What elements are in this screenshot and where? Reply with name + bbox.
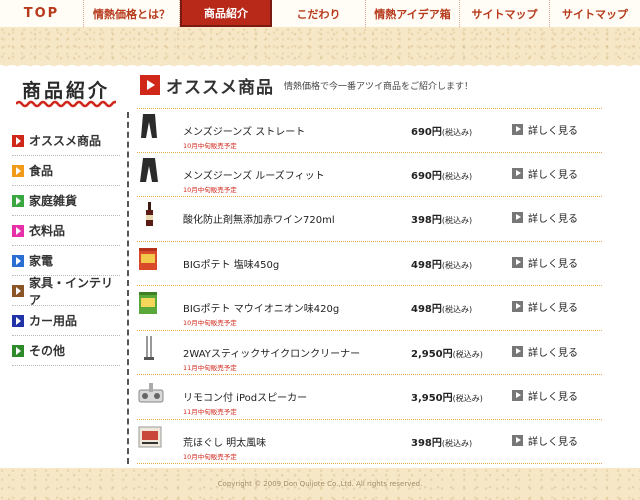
details-button[interactable]: 詳しく見る	[512, 167, 578, 181]
product-price: 498円(税込み)	[411, 259, 473, 271]
product-name: リモコン付 iPodスピーカー	[183, 393, 308, 404]
release-note: 10月中旬販売予定	[183, 319, 237, 327]
page-subtitle: 情熱価格で今一番アツイ商品をご紹介します！	[284, 81, 474, 92]
wine-bottle-icon	[146, 202, 153, 226]
product-row: 2WAYスティックサイクロンクリーナー 11月中旬販売予定 2,950円(税込み…	[137, 331, 602, 375]
play-arrow-icon	[140, 75, 160, 95]
chips-bag-icon	[139, 247, 157, 270]
play-arrow-icon	[512, 390, 523, 401]
sidebar-item-label: 食品	[29, 164, 54, 178]
sidebar-item-appliances[interactable]: 家電	[12, 246, 120, 276]
sidebar-item-other[interactable]: その他	[12, 336, 120, 366]
release-note: 10月中旬販売予定	[183, 185, 237, 194]
product-name: 酸化防止剤無添加赤ワイン720ml	[183, 215, 335, 226]
nav-sitemap-2[interactable]: サイトマップ	[550, 0, 640, 27]
header-scalloped-edge	[0, 60, 640, 72]
release-note: 11月中旬販売予定	[183, 408, 237, 416]
release-note: 10月中旬販売予定	[183, 452, 237, 461]
stick-cleaner-icon	[144, 335, 154, 360]
play-arrow-icon	[12, 224, 24, 237]
product-row: メンズジーンズ ストレート 10月中旬販売予定 690円(税込み) 詳しく見る	[137, 108, 602, 153]
sidebar-item-clothing[interactable]: 衣料品	[12, 216, 120, 246]
product-price: 398円(税込み)	[411, 437, 473, 449]
product-row: リモコン付 iPodスピーカー 11月中旬販売予定 3,950円(税込み) 詳し…	[137, 375, 602, 420]
sidebar-item-furniture[interactable]: 家具・インテリア	[12, 275, 120, 307]
page-title: オススメ商品	[166, 77, 274, 98]
product-price: 2,950円(税込み)	[411, 348, 483, 360]
details-button[interactable]: 詳しく見る	[512, 389, 578, 403]
nav-top[interactable]: TOP	[0, 0, 84, 27]
play-arrow-icon	[512, 167, 523, 179]
top-nav: TOP 情熱価格とは？ 商品紹介 こだわり 情熱アイデア箱 サイトマップ サイト…	[0, 0, 640, 27]
product-row: メンズジーンズ ルーズフィット 10月中旬販売予定 690円(税込み) 詳しく見…	[137, 153, 602, 197]
play-arrow-icon	[12, 194, 24, 207]
sidebar-item-label: 家庭雑貨	[29, 194, 78, 208]
product-price: 690円(税込み)	[411, 170, 473, 182]
sidebar-item-food[interactable]: 食品	[12, 156, 120, 186]
sidebar-item-recommended[interactable]: オススメ商品	[12, 126, 120, 156]
play-arrow-icon	[512, 434, 523, 446]
sidebar-item-label: オススメ商品	[29, 134, 102, 148]
play-arrow-icon	[12, 254, 24, 267]
product-row: BIGポテト 塩味450g 498円(税込み) 詳しく見る	[137, 242, 602, 286]
details-button[interactable]: 詳しく見る	[512, 256, 578, 270]
product-name: メンズジーンズ ルーズフィット	[183, 170, 325, 182]
nav-about-price[interactable]: 情熱価格とは？	[84, 0, 180, 27]
play-arrow-icon	[12, 134, 24, 147]
play-arrow-icon	[12, 314, 24, 327]
details-button[interactable]: 詳しく見る	[512, 211, 578, 225]
details-button[interactable]: 詳しく見る	[512, 300, 578, 314]
details-button[interactable]: 詳しく見る	[512, 345, 578, 359]
release-note: 10月中旬販売予定	[183, 142, 237, 150]
product-name: BIGポテト 塩味450g	[183, 259, 280, 271]
nav-commitment[interactable]: こだわり	[272, 0, 366, 27]
copyright-text: Copyright © 2009 Don Quijote Co.,Ltd. Al…	[217, 480, 423, 488]
play-arrow-icon	[512, 345, 523, 357]
speaker-icon	[138, 383, 164, 403]
sidebar-item-car[interactable]: カー用品	[12, 306, 120, 336]
product-name: 2WAYスティックサイクロンクリーナー	[183, 348, 361, 360]
product-name: 荒ほぐし 明太風味	[183, 437, 267, 449]
release-note: 11月中旬販売予定	[183, 363, 237, 372]
product-name: BIGポテト マウイオニオン味420g	[183, 304, 340, 315]
product-list: メンズジーンズ ストレート 10月中旬販売予定 690円(税込み) 詳しく見る …	[137, 108, 602, 464]
play-arrow-icon	[512, 301, 523, 312]
sidebar-title-underline	[16, 100, 116, 108]
details-button[interactable]: 詳しく見る	[512, 123, 578, 137]
footer: Copyright © 2009 Don Quijote Co.,Ltd. Al…	[0, 468, 640, 500]
play-arrow-icon	[512, 124, 523, 135]
jeans-icon	[140, 157, 158, 182]
food-pack-icon	[138, 426, 162, 447]
sidebar-item-label: その他	[29, 344, 66, 358]
sidebar-item-label: カー用品	[29, 314, 78, 328]
sidebar-item-label: 家具・インテリア	[29, 275, 114, 307]
sidebar-category-list: オススメ商品 食品 家庭雑貨 衣料品 家電 家具・インテリア カー用品 その他	[12, 126, 120, 366]
nav-sitemap[interactable]: サイトマップ	[460, 0, 550, 27]
details-button[interactable]: 詳しく見る	[512, 434, 578, 448]
product-row: 荒ほぐし 明太風味 10月中旬販売予定 398円(税込み) 詳しく見る	[137, 420, 602, 464]
section-header: オススメ商品 情熱価格で今一番アツイ商品をご紹介します！	[140, 72, 473, 98]
sidebar-item-household[interactable]: 家庭雑貨	[12, 186, 120, 216]
sidebar-item-label: 衣料品	[29, 224, 66, 238]
play-arrow-icon	[12, 284, 24, 297]
product-row: 酸化防止剤無添加赤ワイン720ml 398円(税込み) 詳しく見る	[137, 197, 602, 242]
nav-products[interactable]: 商品紹介	[180, 0, 272, 27]
sidebar-item-label: 家電	[29, 254, 54, 268]
product-price: 3,950円(税込み)	[411, 393, 483, 404]
chips-bag-icon	[139, 292, 157, 314]
nav-idea-box[interactable]: 情熱アイデア箱	[366, 0, 460, 27]
play-arrow-icon	[512, 212, 523, 223]
play-arrow-icon	[12, 164, 24, 177]
play-arrow-icon	[512, 256, 523, 268]
product-name: メンズジーンズ ストレート	[183, 127, 306, 138]
play-arrow-icon	[12, 344, 24, 357]
jeans-icon	[141, 114, 157, 138]
product-price: 498円(税込み)	[411, 304, 473, 315]
sidebar-divider	[127, 112, 129, 464]
product-row: BIGポテト マウイオニオン味420g 10月中旬販売予定 498円(税込み) …	[137, 286, 602, 331]
product-price: 398円(税込み)	[411, 215, 473, 226]
product-price: 690円(税込み)	[411, 127, 473, 138]
